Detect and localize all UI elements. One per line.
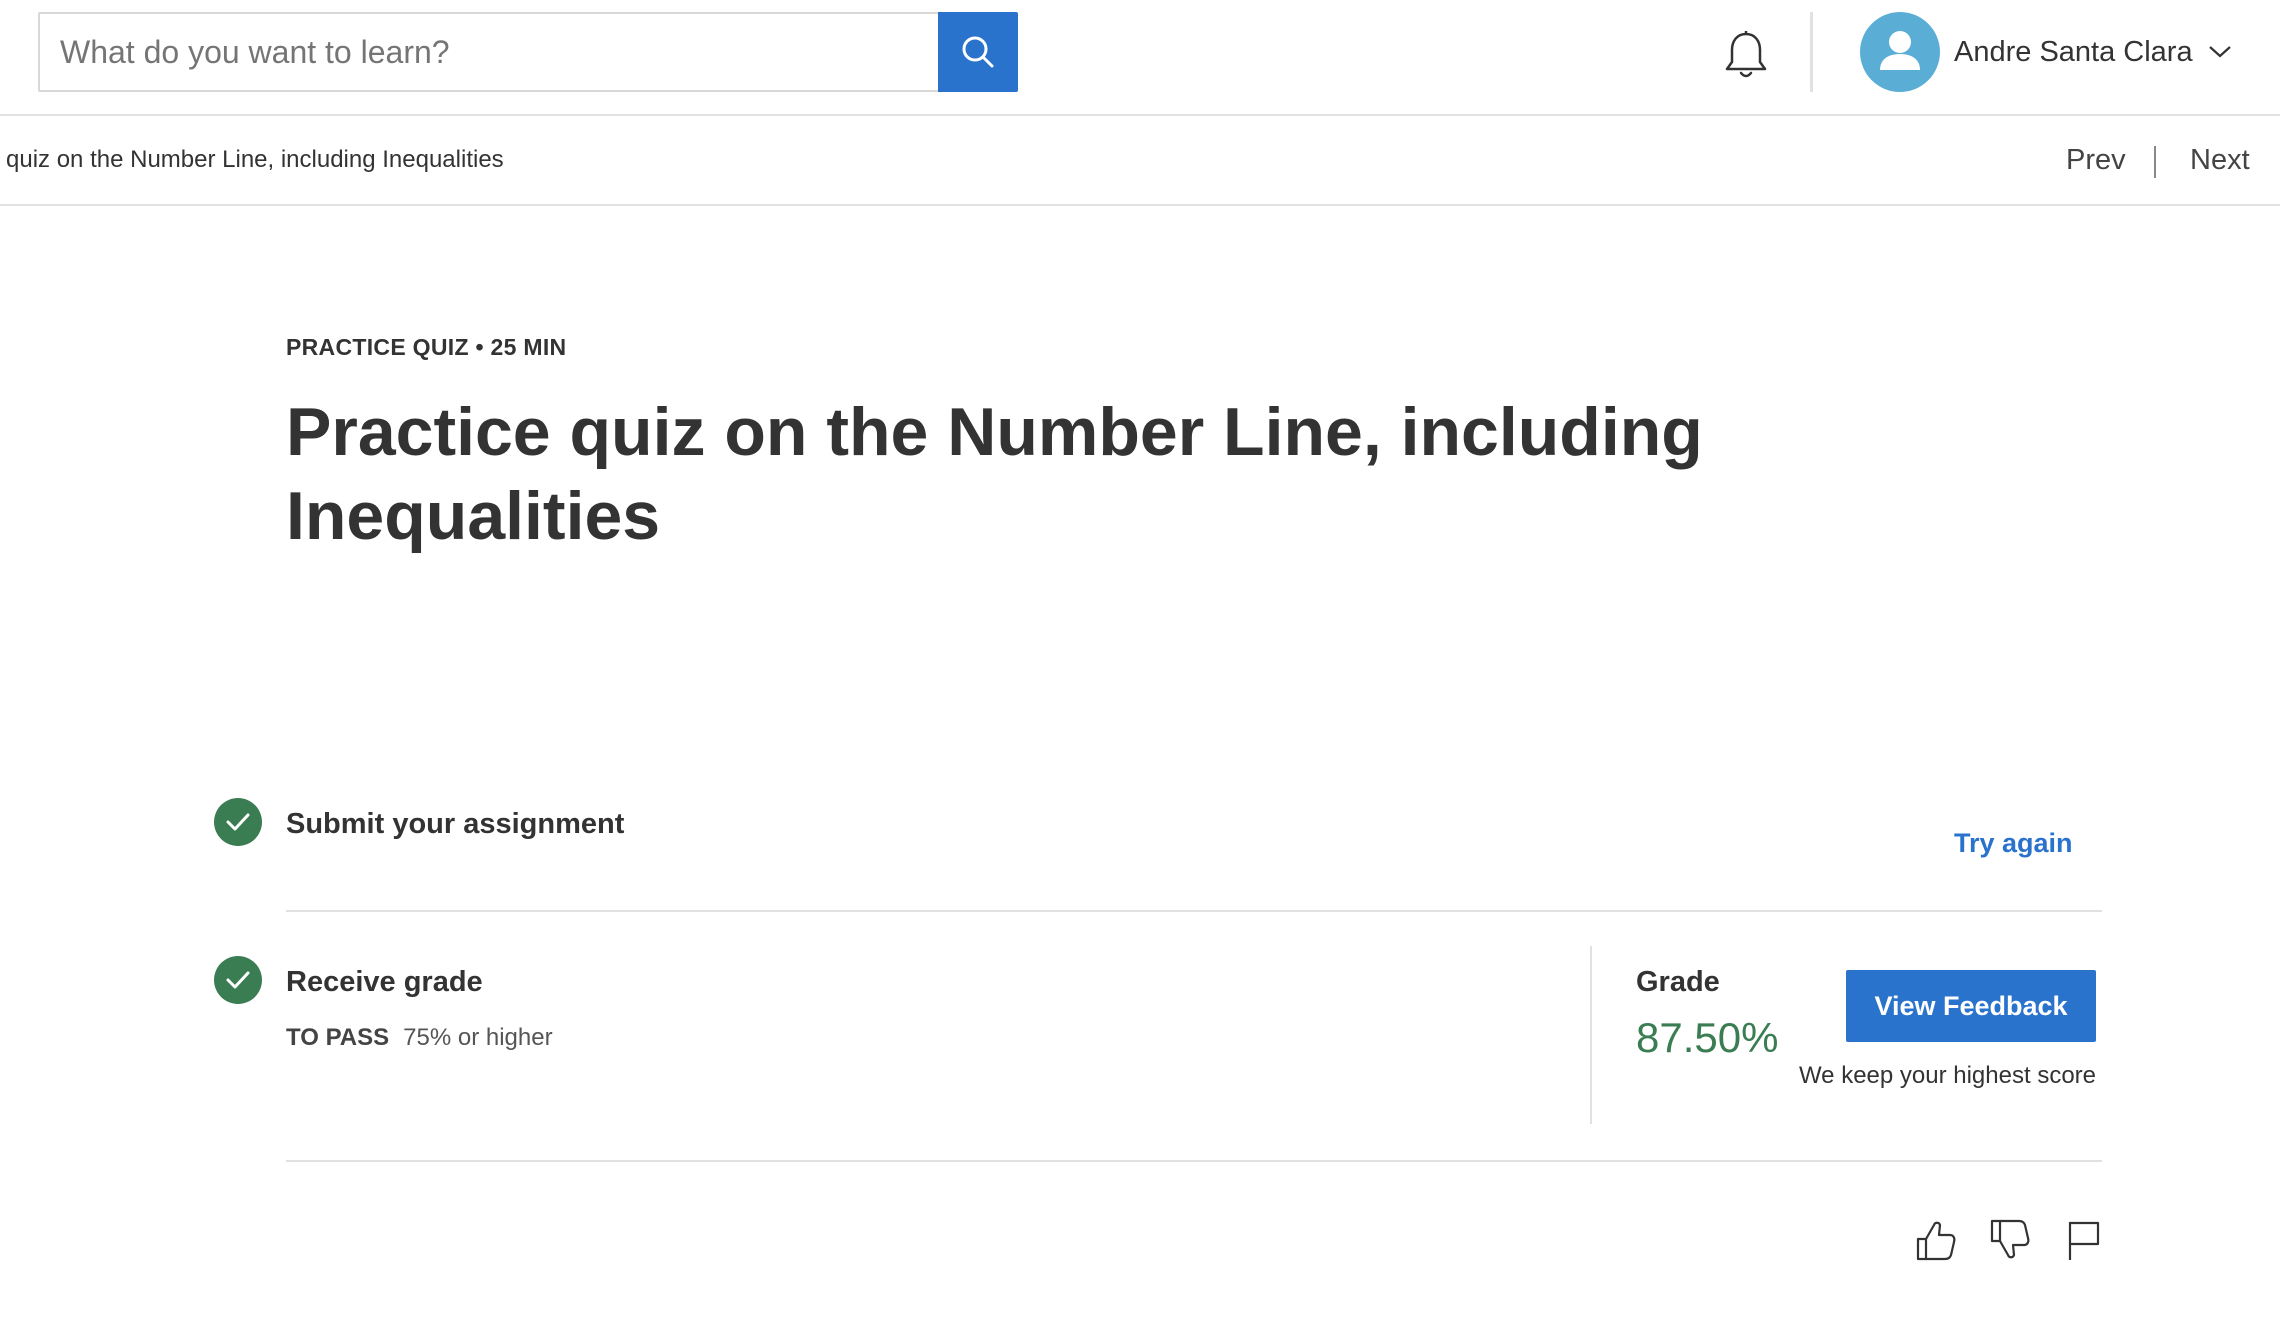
search-input[interactable] — [38, 12, 938, 92]
nav-separator — [2154, 146, 2156, 178]
grade-label: Grade — [1636, 966, 1720, 998]
user-menu[interactable]: Andre Santa Clara — [1860, 12, 2233, 92]
pass-requirement: TO PASS 75% or higher — [286, 1024, 553, 1052]
quiz-meta: PRACTICE QUIZ • 25 MIN — [286, 334, 567, 360]
top-header: Andre Santa Clara — [0, 0, 2280, 116]
breadcrumb[interactable]: e quiz on the Number Line, including Ine… — [0, 146, 520, 174]
submit-step-title: Submit your assignment — [286, 808, 625, 840]
item-navigation-bar: e quiz on the Number Line, including Ine… — [0, 116, 2280, 206]
avatar[interactable] — [1860, 12, 1940, 92]
bell-icon — [1725, 31, 1767, 78]
next-link[interactable]: Next — [2190, 144, 2250, 177]
user-avatar-icon — [1880, 31, 1920, 70]
chevron-down-icon[interactable] — [2207, 44, 2233, 60]
try-again-link[interactable]: Try again — [1954, 828, 2073, 859]
pass-value: 75% or higher — [403, 1024, 553, 1051]
flag-icon[interactable] — [2058, 1214, 2110, 1266]
user-name[interactable]: Andre Santa Clara — [1954, 36, 2193, 69]
receive-grade-title: Receive grade — [286, 966, 483, 998]
notifications-button[interactable] — [1718, 28, 1774, 84]
search-icon — [962, 36, 994, 68]
prev-link[interactable]: Prev — [2066, 144, 2126, 177]
thumbs-down-icon[interactable] — [1984, 1214, 2036, 1266]
pass-label: TO PASS — [286, 1024, 390, 1051]
view-feedback-button[interactable]: View Feedback — [1846, 970, 2096, 1042]
highest-score-note: We keep your highest score — [1798, 1062, 2096, 1089]
page-title: Practice quiz on the Number Line, includ… — [286, 394, 1703, 554]
divider — [286, 1160, 2102, 1162]
search-button[interactable] — [938, 12, 1018, 92]
check-circle-icon — [214, 956, 262, 1004]
check-circle-icon — [214, 798, 262, 846]
thumbs-up-icon[interactable] — [1910, 1214, 1962, 1266]
grade-value: 87.50% — [1636, 1014, 1779, 1061]
feedback-actions — [1910, 1214, 2110, 1266]
divider — [286, 910, 2102, 912]
grade-divider — [1590, 946, 1592, 1124]
header-divider — [1810, 12, 1813, 92]
